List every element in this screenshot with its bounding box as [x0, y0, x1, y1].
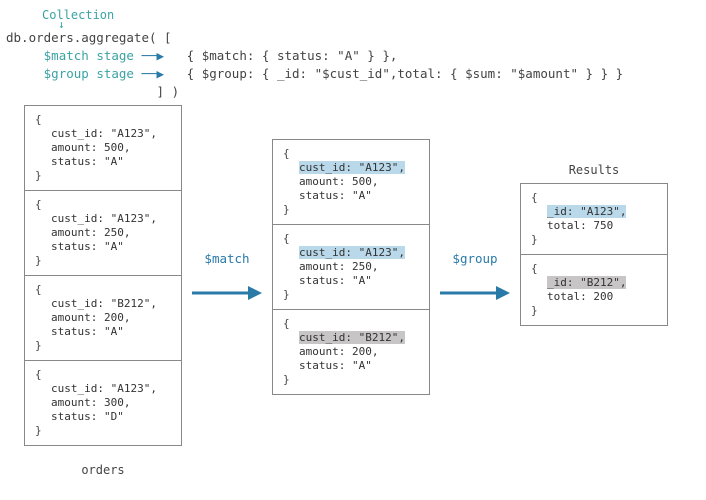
results-title: Results	[520, 163, 668, 177]
results-collection: { _id: "A123", total: 750 } { _id: "B212…	[520, 183, 668, 326]
arrow-right-icon	[438, 284, 512, 302]
document: { _id: "A123", total: 750 }	[521, 184, 667, 255]
match-operation-arrow: $match	[190, 251, 264, 302]
code-line-main: db.orders.aggregate( [	[6, 29, 700, 47]
match-stage-label: $match stage	[44, 48, 134, 63]
document: { cust_id: "A123", amount: 300, status: …	[25, 361, 181, 445]
arrow-down-icon: ↓	[58, 21, 700, 29]
document: { cust_id: "B212", amount: 200, status: …	[25, 276, 181, 361]
arrow-right-icon: ──▶	[134, 48, 172, 63]
document: { _id: "B212", total: 200 }	[521, 255, 667, 325]
group-op-label: $group	[452, 251, 497, 266]
collection-label: Collection	[42, 8, 700, 22]
document: { cust_id: "A123", amount: 500, status: …	[273, 140, 429, 225]
matched-documents: { cust_id: "A123", amount: 500, status: …	[272, 139, 430, 395]
code-line-close: ] )	[6, 83, 700, 101]
document: { cust_id: "A123", amount: 500, status: …	[25, 106, 181, 191]
code-line-match: $match stage ──▶ { $match: { status: "A"…	[6, 47, 700, 65]
orders-title: orders	[24, 463, 182, 477]
orders-collection: { cust_id: "A123", amount: 500, status: …	[24, 105, 182, 446]
group-stage-label: $group stage	[44, 66, 134, 81]
arrow-right-icon: ──▶	[134, 66, 172, 81]
match-stage-code: { $match: { status: "A" } },	[187, 48, 398, 63]
document: { cust_id: "B212", amount: 200, status: …	[273, 310, 429, 394]
pipeline-diagram: { cust_id: "A123", amount: 500, status: …	[0, 105, 706, 500]
code-line-group: $group stage ──▶ { $group: { _id: "$cust…	[6, 65, 700, 83]
group-stage-code: { $group: { _id: "$cust_id",total: { $su…	[187, 66, 624, 81]
document: { cust_id: "A123", amount: 250, status: …	[273, 225, 429, 310]
arrow-right-icon	[190, 284, 264, 302]
code-header: Collection ↓ db.orders.aggregate( [ $mat…	[6, 8, 700, 101]
group-operation-arrow: $group	[438, 251, 512, 302]
match-op-label: $match	[204, 251, 249, 266]
document: { cust_id: "A123", amount: 250, status: …	[25, 191, 181, 276]
